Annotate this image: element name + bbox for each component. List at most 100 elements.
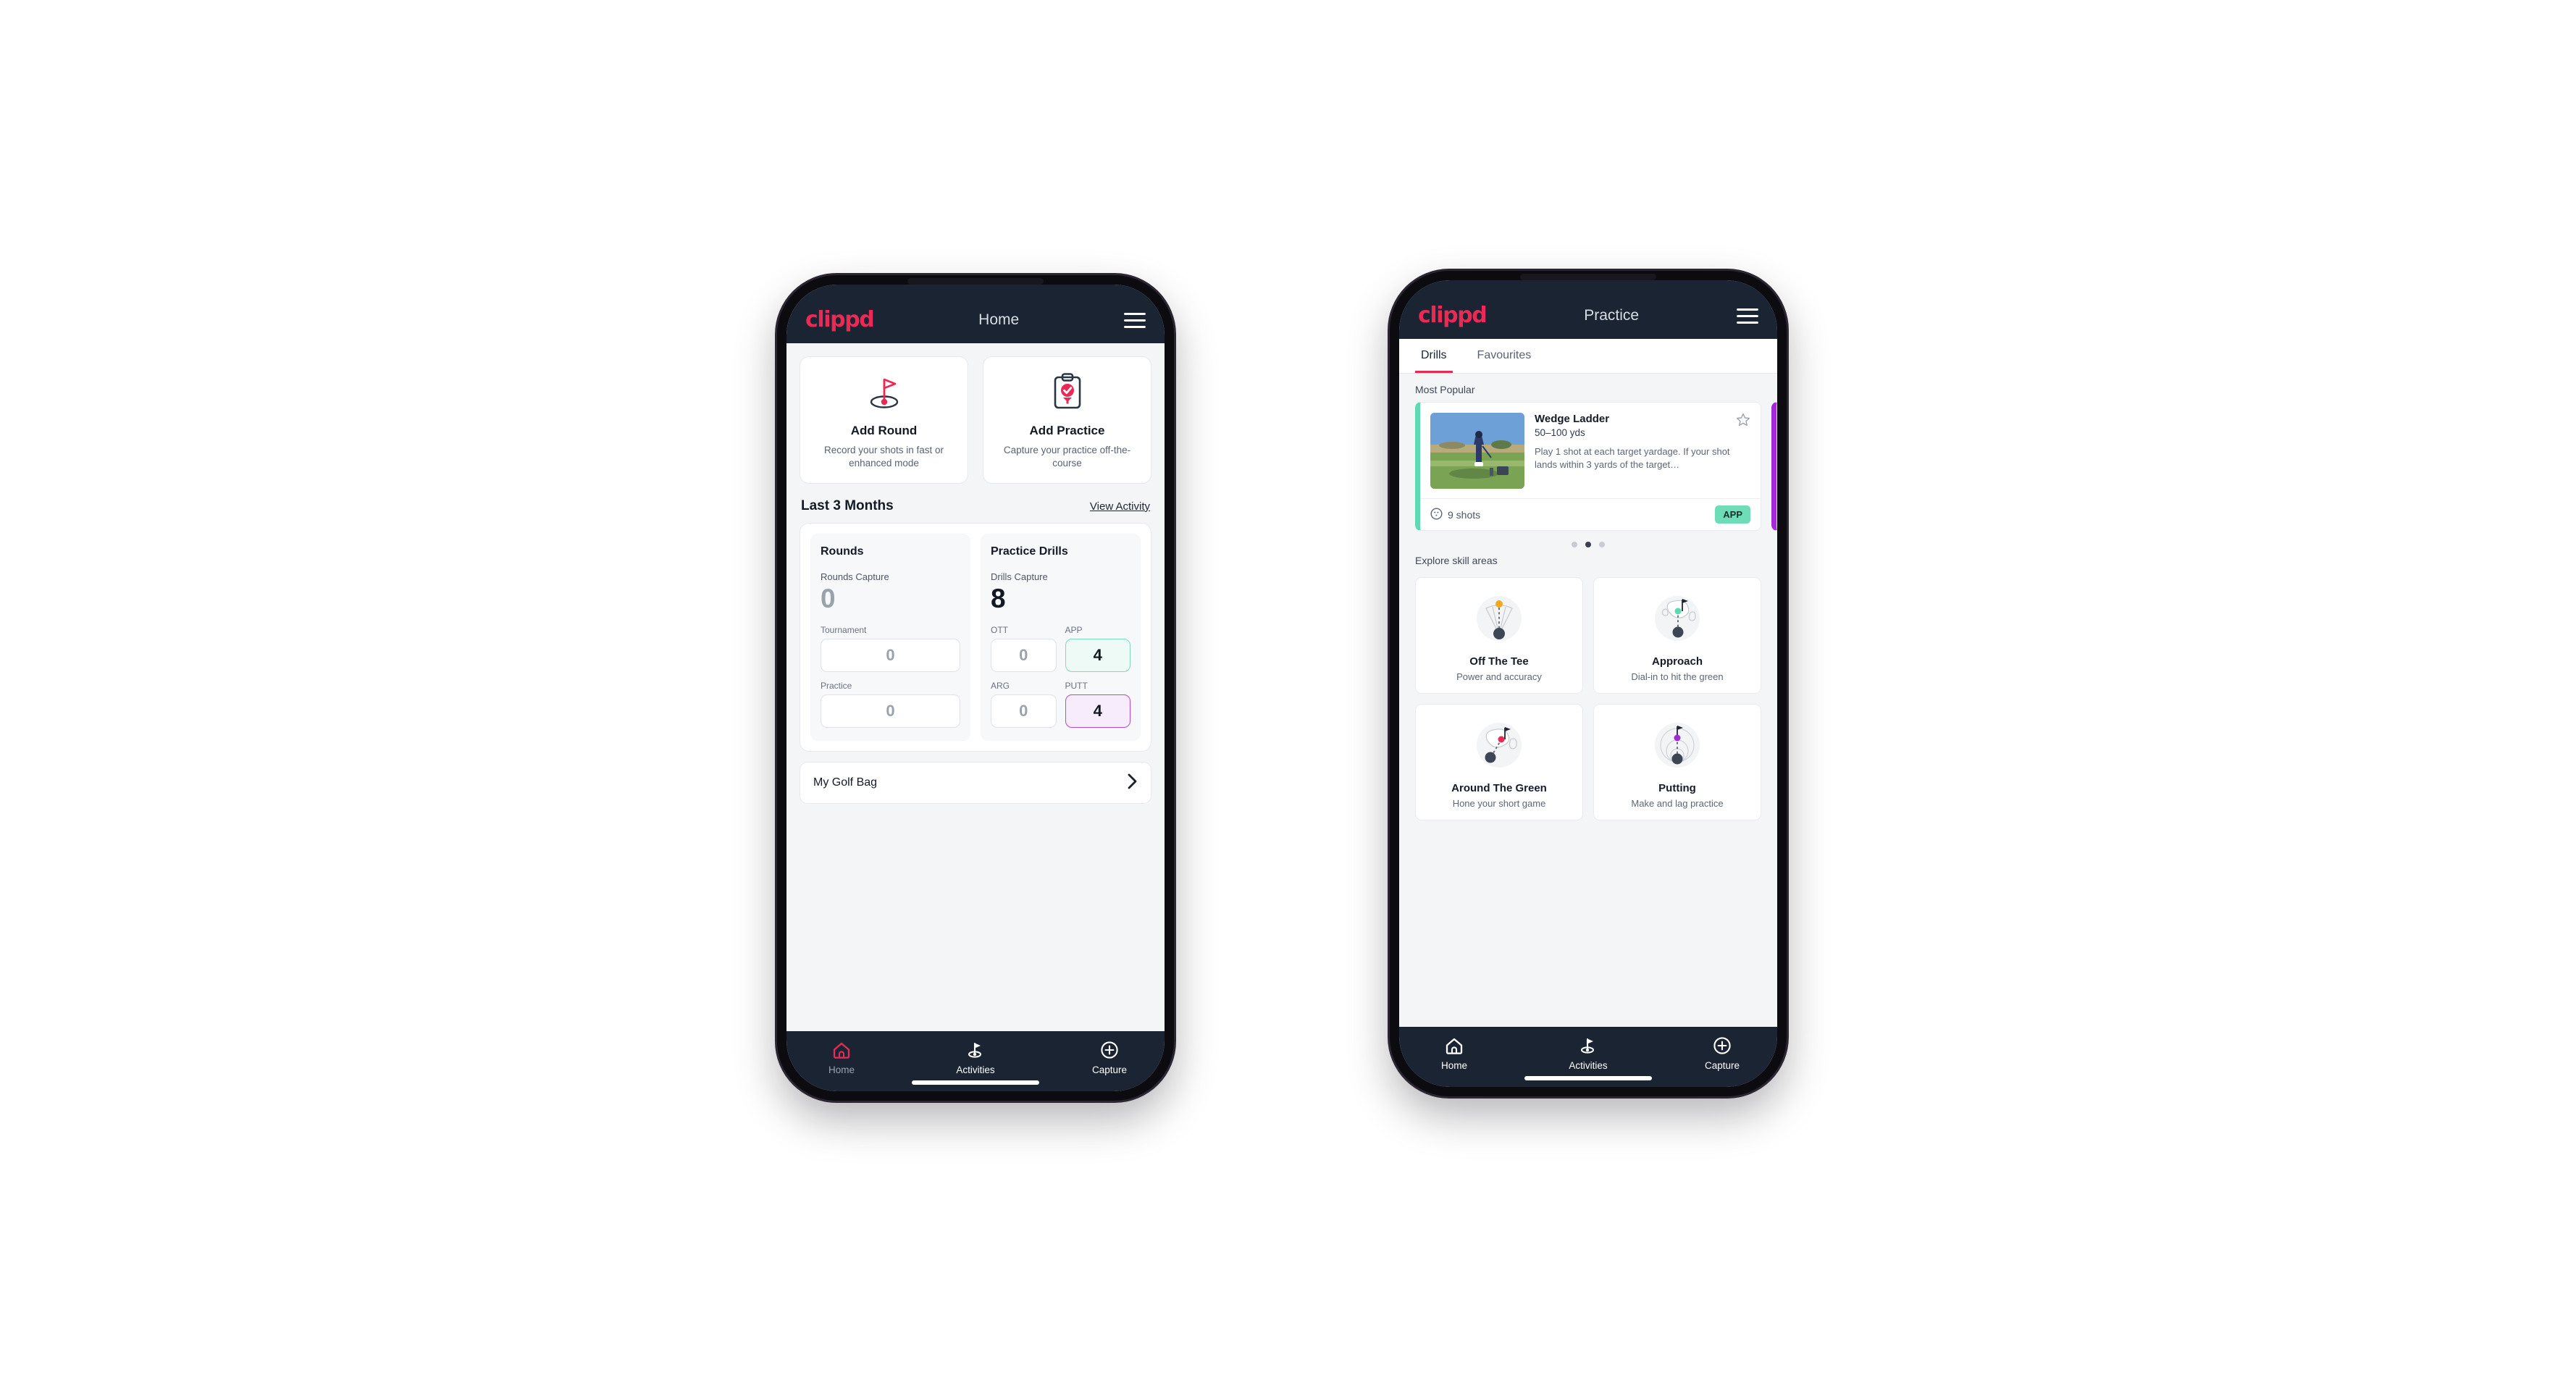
- drill-carousel[interactable]: Wedge Ladder 50–100 yds Play 1 shot at e…: [1399, 402, 1777, 531]
- star-outline-icon[interactable]: [1736, 413, 1750, 427]
- drill-card-wedge-ladder[interactable]: Wedge Ladder 50–100 yds Play 1 shot at e…: [1415, 402, 1761, 531]
- drill-skill-badge: APP: [1715, 505, 1750, 524]
- last-3-months-header: Last 3 Months View Activity: [786, 494, 1165, 523]
- view-activity-link[interactable]: View Activity: [1090, 500, 1150, 513]
- golf-flag-icon: [1578, 1036, 1598, 1055]
- quick-actions-row: Add Round Record your shots in fast or e…: [786, 343, 1165, 495]
- carousel-dot-1[interactable]: [1572, 542, 1577, 547]
- phone-device-home: clippd Home Add Round Record your shots …: [777, 275, 1174, 1101]
- my-golf-bag-row[interactable]: My Golf Bag: [800, 762, 1151, 804]
- clippd-logo[interactable]: clippd: [1418, 305, 1488, 327]
- home-screen: clippd Home Add Round Record your shots …: [786, 285, 1165, 1091]
- nav-activities-label: Activities: [956, 1064, 995, 1075]
- rounds-capture-label: Rounds Capture: [821, 571, 889, 583]
- drill-title: Wedge Ladder: [1535, 413, 1610, 425]
- add-practice-card[interactable]: Add Practice Capture your practice off-t…: [983, 356, 1151, 484]
- nav-home-label: Home: [1440, 1060, 1467, 1071]
- practice-appbar: clippd Practice: [1399, 280, 1777, 339]
- app-value[interactable]: 4: [1065, 639, 1130, 672]
- stats-card: Rounds Rounds Capture 0 Tournament 0 Pra…: [800, 523, 1151, 752]
- putt-value[interactable]: 4: [1065, 694, 1130, 728]
- nav-capture-label: Capture: [1704, 1060, 1740, 1071]
- drills-capture-value: 8: [991, 584, 1006, 614]
- ott-label: OTT: [991, 625, 1008, 635]
- rounds-breakdown: Tournament 0 Practice 0: [821, 625, 960, 728]
- plus-circle-icon: [1713, 1036, 1732, 1055]
- drill-meta: Wedge Ladder 50–100 yds Play 1 shot at e…: [1535, 413, 1750, 489]
- clippd-logo[interactable]: clippd: [805, 309, 875, 331]
- nav-activities-label: Activities: [1569, 1060, 1608, 1071]
- skill-subtitle: Make and lag practice: [1631, 798, 1724, 809]
- practice-bottom-nav: Home Activities Capture: [1399, 1027, 1777, 1087]
- most-popular-label: Most Popular: [1415, 384, 1475, 395]
- hamburger-menu-icon[interactable]: [1124, 312, 1146, 328]
- tournament-value[interactable]: 0: [821, 639, 960, 672]
- add-practice-title: Add Practice: [1029, 424, 1105, 437]
- drill-description: Play 1 shot at each target yardage. If y…: [1535, 446, 1730, 471]
- putting-rings-icon: [1600, 715, 1755, 776]
- practice-drills-column: Practice Drills Drills Capture 8 OTT 0 A…: [981, 534, 1141, 741]
- nav-activities[interactable]: Activities: [942, 1041, 1009, 1075]
- arg-value[interactable]: 0: [991, 694, 1057, 728]
- nav-home-label: Home: [828, 1064, 855, 1075]
- my-golf-bag-label: My Golf Bag: [813, 776, 878, 789]
- rounds-title: Rounds: [821, 545, 864, 558]
- tournament-label: Tournament: [821, 625, 867, 635]
- nav-capture-label: Capture: [1091, 1064, 1128, 1075]
- screenshot-canvas: clippd Home Add Round Record your shots …: [0, 0, 2576, 1386]
- nav-home[interactable]: Home: [808, 1041, 875, 1075]
- hamburger-menu-icon[interactable]: [1736, 308, 1758, 324]
- nav-home[interactable]: Home: [1421, 1036, 1488, 1071]
- home-bottom-nav: Home Activities Capture: [786, 1031, 1165, 1091]
- skill-title: Off The Tee: [1469, 655, 1529, 668]
- carousel-dot-2[interactable]: [1585, 542, 1591, 547]
- skill-card-putting[interactable]: Putting Make and lag practice: [1593, 704, 1761, 820]
- plus-circle-icon: [1100, 1041, 1119, 1059]
- nav-capture[interactable]: Capture: [1076, 1041, 1143, 1075]
- home-indicator: [1524, 1076, 1652, 1080]
- around-green-icon: [1422, 715, 1577, 776]
- drills-breakdown: OTT 0 APP 4 ARG 0 PUTT 4: [991, 625, 1130, 728]
- drill-title-row: Wedge Ladder 50–100 yds: [1535, 413, 1750, 438]
- add-round-title: Add Round: [850, 424, 918, 437]
- carousel-dot-3[interactable]: [1599, 542, 1605, 547]
- practice-value[interactable]: 0: [821, 694, 960, 728]
- page-title: Practice: [1584, 307, 1640, 324]
- drill-stat-app: APP 4: [1065, 625, 1130, 672]
- rounds-tournament-stat: Tournament 0: [821, 625, 960, 672]
- ott-value[interactable]: 0: [991, 639, 1057, 672]
- skill-title: Around The Green: [1451, 782, 1547, 794]
- tab-drills[interactable]: Drills: [1415, 339, 1453, 373]
- approach-green-icon: [1600, 588, 1755, 649]
- chevron-right-icon: [1127, 773, 1138, 793]
- nav-capture[interactable]: Capture: [1689, 1036, 1755, 1071]
- drill-stat-ott: OTT 0: [991, 625, 1057, 672]
- add-round-subtitle: Record your shots in fast or enhanced mo…: [823, 445, 944, 469]
- explore-skill-areas-label: Explore skill areas: [1415, 555, 1498, 566]
- home-appbar: clippd Home: [786, 285, 1165, 343]
- phone-device-practice: clippd Practice Drills Favourites Most P…: [1390, 271, 1787, 1096]
- nav-activities[interactable]: Activities: [1555, 1036, 1621, 1071]
- practice-screen: clippd Practice Drills Favourites Most P…: [1399, 280, 1777, 1087]
- drills-capture-label: Drills Capture: [991, 571, 1048, 583]
- skill-card-approach[interactable]: Approach Dial-in to hit the green: [1593, 577, 1761, 694]
- rounds-column: Rounds Rounds Capture 0 Tournament 0 Pra…: [810, 534, 970, 741]
- putt-label: PUTT: [1065, 681, 1088, 691]
- clipboard-check-icon: [991, 371, 1144, 412]
- skill-card-around-the-green[interactable]: Around The Green Hone your short game: [1415, 704, 1583, 820]
- skill-title: Putting: [1658, 782, 1696, 794]
- section-title: Last 3 Months: [801, 498, 894, 514]
- drill-heading: Wedge Ladder 50–100 yds: [1535, 413, 1609, 438]
- drill-card-next-peek[interactable]: [1771, 402, 1777, 531]
- carousel-dots: [1399, 531, 1777, 550]
- skill-title: Approach: [1651, 655, 1703, 668]
- golf-ball-icon: [1430, 507, 1443, 522]
- add-round-card[interactable]: Add Round Record your shots in fast or e…: [800, 356, 968, 484]
- tab-favourites[interactable]: Favourites: [1472, 339, 1537, 373]
- skill-card-off-the-tee[interactable]: Off The Tee Power and accuracy: [1415, 577, 1583, 694]
- home-icon: [1445, 1036, 1464, 1055]
- practice-tabs: Drills Favourites: [1399, 339, 1777, 374]
- drill-shots-label: 9 shots: [1448, 508, 1481, 521]
- home-indicator: [912, 1080, 1039, 1085]
- tee-shot-fan-icon: [1422, 588, 1577, 649]
